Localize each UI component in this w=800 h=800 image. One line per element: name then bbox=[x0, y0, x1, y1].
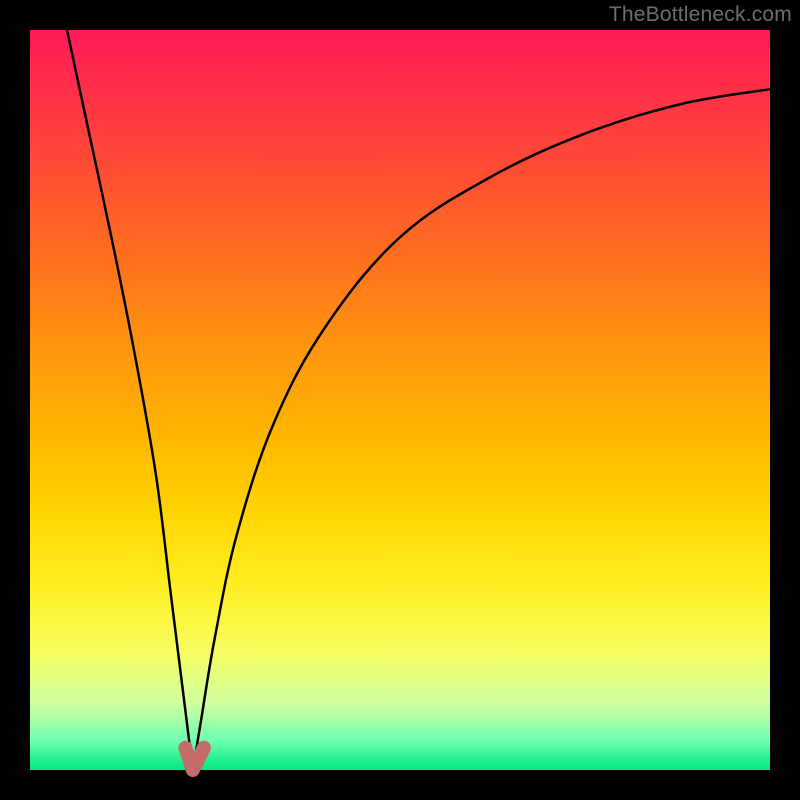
curve-layer bbox=[30, 30, 770, 770]
watermark-text: TheBottleneck.com bbox=[609, 3, 792, 27]
chart-frame: TheBottleneck.com bbox=[0, 0, 800, 800]
plot-area bbox=[30, 30, 770, 770]
curve-left-branch bbox=[67, 30, 193, 770]
cusp-highlight bbox=[185, 748, 204, 770]
curve-right-branch bbox=[193, 89, 770, 770]
